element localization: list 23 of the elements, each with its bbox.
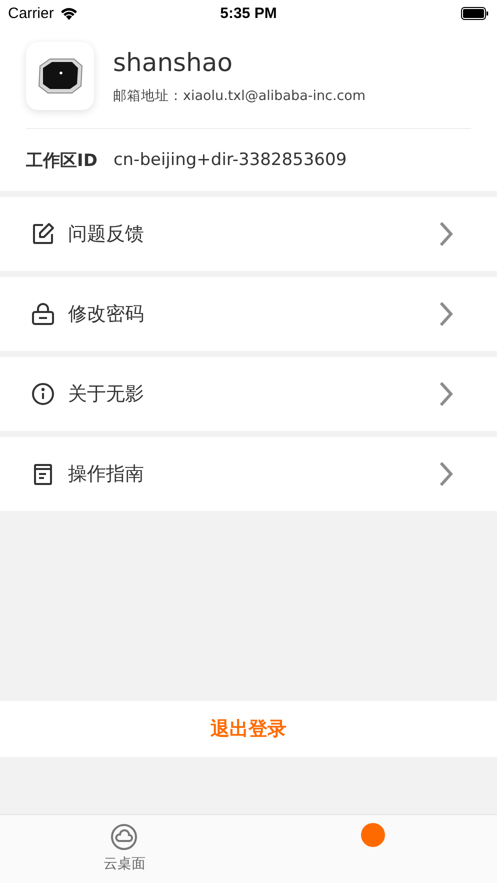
tab[interactable]: 云桌面 bbox=[0, 815, 248, 883]
menu-item[interactable]: 关于无影 bbox=[0, 357, 497, 431]
chevron-icon bbox=[439, 301, 453, 327]
menu-item[interactable]: 操作指南 bbox=[0, 437, 497, 511]
app-logo bbox=[26, 42, 94, 110]
clock-time: 5:35 PM bbox=[220, 4, 277, 22]
cloud-icon bbox=[110, 823, 138, 851]
lock-icon bbox=[31, 302, 55, 326]
menu-item[interactable]: 修改密码 bbox=[0, 277, 497, 351]
carrier-name: Carrier bbox=[8, 4, 54, 22]
document-icon bbox=[31, 462, 55, 486]
workspace-label: 工作区ID bbox=[26, 150, 98, 172]
info-icon bbox=[31, 382, 55, 406]
chevron-icon bbox=[439, 461, 453, 487]
user-name: shanshao bbox=[113, 48, 234, 76]
workspace-id: cn-beijing+dir-3382853609 bbox=[113, 150, 347, 170]
battery-icon bbox=[460, 6, 489, 20]
chevron-icon bbox=[439, 381, 453, 407]
chevron-icon bbox=[439, 221, 453, 247]
menu-item[interactable]: 问题反馈 bbox=[0, 197, 497, 271]
email-address: 邮箱地址：xiaolu.txl@alibaba-inc.com bbox=[113, 86, 366, 104]
edit-icon bbox=[31, 222, 55, 246]
wifi-icon bbox=[60, 6, 78, 20]
